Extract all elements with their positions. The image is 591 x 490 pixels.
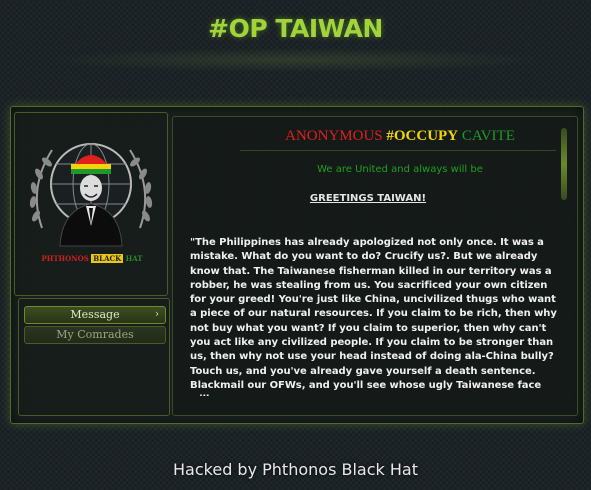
- header-glow: [40, 48, 551, 72]
- banner-part2: #OCCUPY: [386, 128, 459, 144]
- logo-text-part2: BLACK: [91, 254, 124, 263]
- logo-text-part3: HAT: [125, 254, 143, 263]
- logo-text-part1: PHTHONOS: [41, 254, 89, 263]
- logo-text: PHTHONOS BLACK HAT: [38, 252, 146, 265]
- nav-item-my-comrades[interactable]: My Comrades: [24, 326, 166, 344]
- banner-heading: ANONYMOUS #OCCUPY CAVITE: [250, 128, 550, 145]
- footer-text: Hacked by Phthonos Black Hat: [173, 460, 418, 479]
- message-body: "The Philippines has already apologized …: [190, 237, 557, 396]
- nav-item-label: Message: [70, 308, 120, 321]
- banner-part3: CAVITE: [458, 128, 515, 144]
- subtitle: We are United and always will be: [317, 164, 483, 175]
- chevron-right-icon: ›: [155, 309, 159, 320]
- divider: [240, 150, 556, 151]
- anonymous-emblem-icon: [29, 143, 153, 247]
- nav-item-label: My Comrades: [56, 328, 134, 341]
- page-title: #OP TAIWAN: [208, 14, 383, 43]
- nav-item-message[interactable]: Message ›: [24, 306, 166, 324]
- greeting-heading: GREETINGS TAIWAN!: [309, 193, 427, 204]
- scrollbar[interactable]: [561, 128, 567, 200]
- banner-part1: ANONYMOUS: [285, 128, 387, 144]
